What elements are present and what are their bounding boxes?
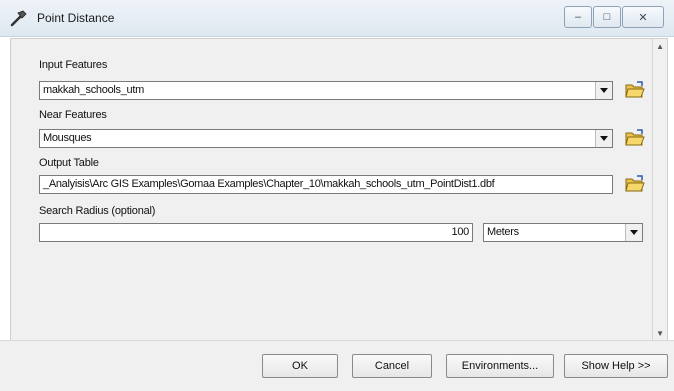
open-folder-icon[interactable] xyxy=(623,127,647,149)
chevron-down-icon[interactable] xyxy=(595,82,612,99)
title-bar: Point Distance – □ ✕ xyxy=(0,0,674,37)
search-radius-input[interactable]: 100 xyxy=(39,223,473,242)
near-features-label: Near Features xyxy=(39,109,107,121)
vertical-scrollbar[interactable]: ▲ ▼ xyxy=(652,39,667,341)
ok-button[interactable]: OK xyxy=(262,354,338,378)
open-folder-icon[interactable] xyxy=(623,173,647,195)
near-features-value: Mousques xyxy=(43,132,92,144)
input-features-value: makkah_schools_utm xyxy=(43,84,144,96)
window-controls: – □ ✕ xyxy=(564,6,664,28)
search-radius-value: 100 xyxy=(451,226,470,238)
hammer-icon xyxy=(10,10,27,27)
chevron-down-icon[interactable] xyxy=(595,130,612,147)
show-help-button[interactable]: Show Help >> xyxy=(564,354,668,378)
search-radius-label: Search Radius (optional) xyxy=(39,205,156,217)
minimize-button[interactable]: – xyxy=(564,6,592,28)
search-radius-unit-value: Meters xyxy=(487,226,519,238)
output-table-label: Output Table xyxy=(39,157,99,169)
scroll-up-icon[interactable]: ▲ xyxy=(656,42,664,51)
button-bar: OK Cancel Environments... Show Help >> xyxy=(0,340,674,391)
open-folder-icon[interactable] xyxy=(623,79,647,101)
search-radius-unit-dropdown[interactable]: Meters xyxy=(483,223,643,242)
parameters-panel: Input Features makkah_schools_utm Near F… xyxy=(10,38,668,342)
output-table-value: _Analyisis\Arc GIS Examples\Gomaa Exampl… xyxy=(43,178,495,190)
chevron-down-icon[interactable] xyxy=(625,224,642,241)
close-button[interactable]: ✕ xyxy=(622,6,664,28)
maximize-button[interactable]: □ xyxy=(593,6,621,28)
cancel-button[interactable]: Cancel xyxy=(352,354,432,378)
environments-button[interactable]: Environments... xyxy=(446,354,554,378)
input-features-label: Input Features xyxy=(39,59,108,71)
near-features-dropdown[interactable]: Mousques xyxy=(39,129,613,148)
input-features-dropdown[interactable]: makkah_schools_utm xyxy=(39,81,613,100)
window-title: Point Distance xyxy=(37,11,115,25)
scroll-down-icon[interactable]: ▼ xyxy=(656,329,664,338)
output-table-field[interactable]: _Analyisis\Arc GIS Examples\Gomaa Exampl… xyxy=(39,175,613,194)
